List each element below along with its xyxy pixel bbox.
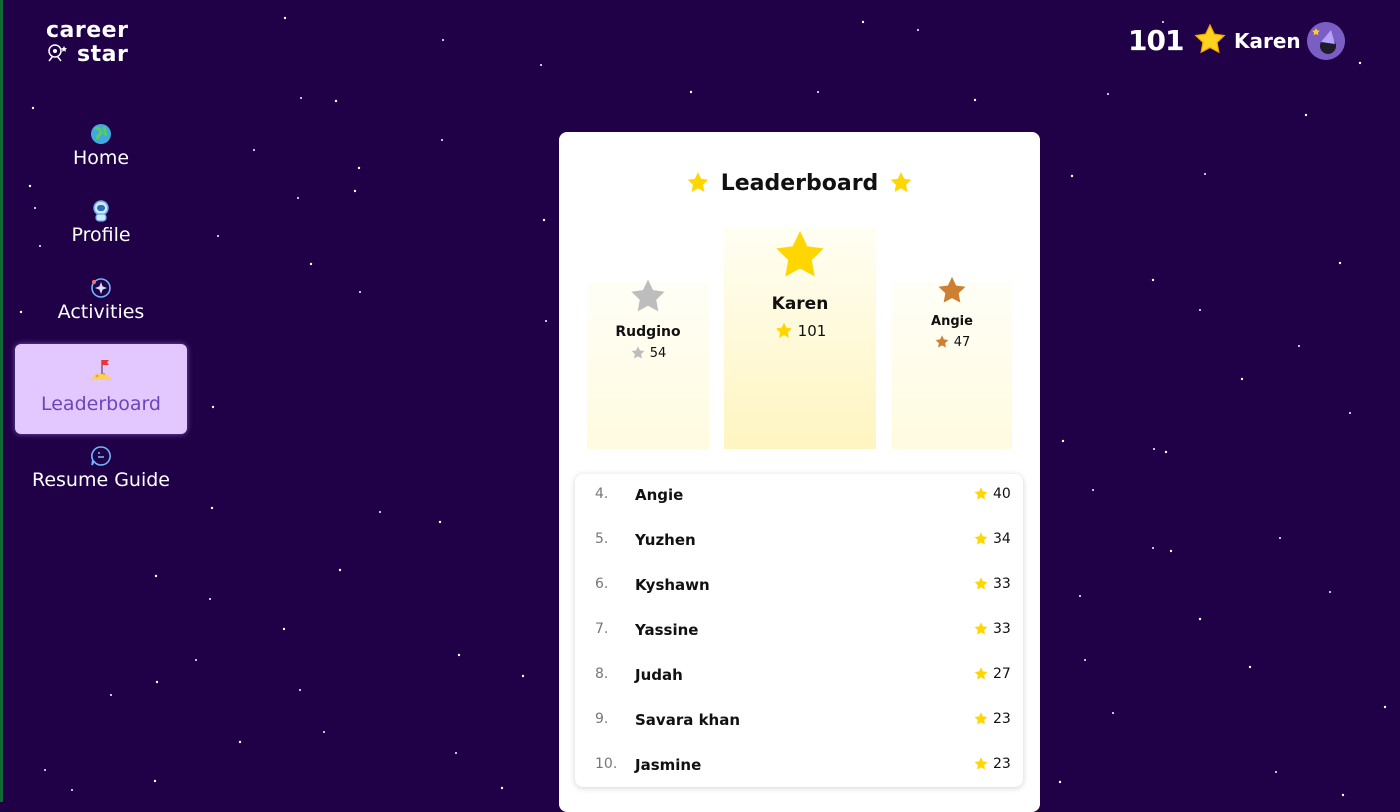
- player-name: Savara khan: [635, 711, 741, 729]
- star-icon: [1194, 23, 1227, 54]
- rank: 7.: [595, 621, 609, 637]
- podium-name: Angie: [931, 314, 973, 329]
- gold-star-icon: [775, 322, 792, 338]
- table-row[interactable]: 9. Savara khan 23: [575, 699, 1023, 744]
- sidebar-item-home[interactable]: Home: [15, 122, 187, 180]
- podium-score: 101: [724, 321, 876, 341]
- gold-star-icon: [776, 231, 824, 277]
- avatar[interactable]: [1306, 22, 1345, 60]
- star-icon: [974, 667, 988, 680]
- window-edge: [0, 0, 3, 802]
- leaderboard-list: 4. Angie 40 5. Yuzhen 34 6. Kyshawn 33 7…: [575, 474, 1023, 787]
- podium-first-place: Karen 101: [724, 228, 876, 449]
- rank: 6.: [595, 576, 609, 592]
- sidebar-nav: Home Profile Activities Leaderboard Resu…: [15, 118, 187, 502]
- leaderboard-panel: Leaderboard Rudgino 54 Karen 101 Angie 4…: [559, 132, 1040, 812]
- podium-score-value: 101: [797, 322, 827, 340]
- sidebar-item-leaderboard[interactable]: Leaderboard: [15, 344, 187, 434]
- user-menu[interactable]: Karen: [1234, 22, 1345, 60]
- table-row[interactable]: 6. Kyshawn 33: [575, 564, 1023, 609]
- player-score: 34: [993, 531, 1011, 547]
- star-icon: [687, 172, 708, 192]
- rank: 5.: [595, 531, 609, 547]
- sidebar-item-label: Home: [72, 147, 130, 169]
- globe-icon: [91, 124, 111, 144]
- silver-star-icon: [631, 346, 645, 359]
- silver-star-icon: [631, 279, 665, 312]
- podium-name: Rudgino: [615, 324, 681, 340]
- astronaut-icon: [93, 200, 109, 222]
- player-score: 33: [993, 576, 1011, 592]
- sidebar-item-label: Activities: [57, 301, 145, 323]
- wizard-avatar-icon: [1306, 22, 1345, 60]
- leaderboard-title: Leaderboard: [559, 170, 1040, 196]
- rank: 4.: [595, 486, 609, 502]
- rank: 10.: [595, 756, 618, 772]
- player-score: 33: [993, 621, 1011, 637]
- player-score: 23: [993, 711, 1011, 727]
- bronze-star-icon: [935, 335, 949, 348]
- total-points-value: 101: [1128, 23, 1184, 57]
- table-row[interactable]: 7. Yassine 33: [575, 609, 1023, 654]
- podium-score-value: 47: [953, 334, 971, 350]
- player-name: Judah: [635, 666, 683, 684]
- sidebar-item-profile[interactable]: Profile: [15, 199, 187, 257]
- player-score: 40: [993, 486, 1011, 502]
- star-icon: [974, 757, 988, 770]
- logo-line-1: career: [46, 18, 129, 43]
- player-name: Yassine: [635, 621, 699, 639]
- rank: 9.: [595, 711, 609, 727]
- orbit-icon: [91, 278, 111, 298]
- username: Karen: [1234, 29, 1301, 53]
- page-title: Leaderboard: [720, 170, 879, 196]
- chat-bubble-icon: [91, 446, 111, 466]
- career-star-logo[interactable]: career star: [44, 20, 154, 68]
- podium-score-value: 54: [649, 345, 667, 361]
- logo-line-2: star: [77, 42, 129, 67]
- star-icon: [974, 577, 988, 590]
- player-name: Jasmine: [635, 756, 702, 774]
- podium-third-place: Angie 47: [892, 276, 1012, 449]
- sidebar-item-activities[interactable]: Activities: [15, 276, 187, 334]
- podium-name: Karen: [771, 294, 829, 314]
- star-icon: [974, 622, 988, 635]
- sidebar-item-label: Profile: [71, 224, 131, 246]
- table-row[interactable]: 4. Angie 40: [575, 474, 1023, 519]
- podium-second-place: Rudgino 54: [587, 279, 709, 449]
- table-row[interactable]: 8. Judah 27: [575, 654, 1023, 699]
- player-name: Yuzhen: [635, 531, 696, 549]
- podium-score: 47: [892, 334, 1012, 350]
- bronze-star-icon: [938, 276, 966, 303]
- player-name: Kyshawn: [635, 576, 710, 594]
- sidebar-item-label: Resume Guide: [31, 469, 170, 491]
- rocket-logo-icon: [48, 44, 67, 62]
- star-icon: [974, 532, 988, 545]
- sidebar-item-resume-guide[interactable]: Resume Guide: [15, 444, 187, 502]
- sidebar-item-label: Leaderboard: [40, 393, 161, 415]
- player-name: Angie: [635, 486, 684, 504]
- star-icon: [974, 487, 988, 500]
- table-row[interactable]: 10. Jasmine 23: [575, 744, 1023, 789]
- podium-score: 54: [587, 345, 709, 361]
- player-score: 27: [993, 666, 1011, 682]
- rank: 8.: [595, 666, 609, 682]
- table-row[interactable]: 5. Yuzhen 34: [575, 519, 1023, 564]
- total-points: 101: [1128, 22, 1229, 58]
- player-score: 23: [993, 756, 1011, 772]
- moon-flag-icon: [90, 360, 112, 380]
- star-icon: [974, 712, 988, 725]
- star-icon: [891, 172, 912, 192]
